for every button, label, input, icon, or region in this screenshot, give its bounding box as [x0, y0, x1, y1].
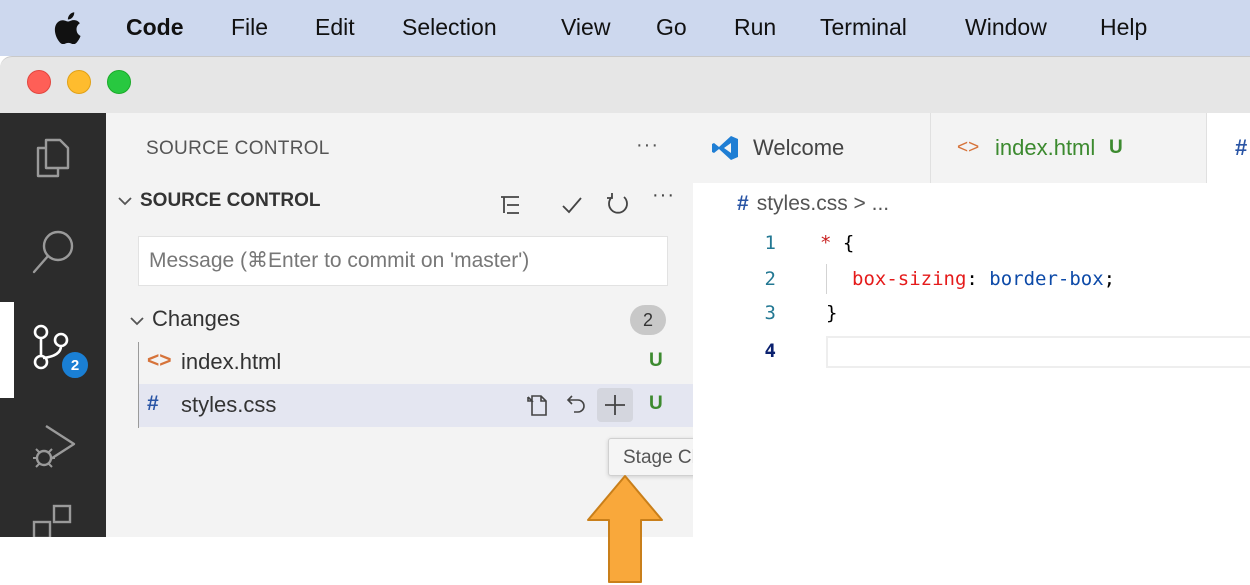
stage-changes-icon[interactable]	[597, 388, 633, 422]
changes-count-badge: 2	[630, 305, 666, 335]
run-debug-icon[interactable]	[28, 420, 80, 472]
css-file-icon: #	[147, 392, 159, 415]
callout-arrow-icon	[587, 475, 663, 583]
colon: :	[966, 268, 990, 290]
current-line-highlight	[826, 336, 1250, 368]
menu-run[interactable]: Run	[734, 14, 776, 41]
explorer-icon[interactable]	[28, 132, 80, 184]
semicolon: ;	[1103, 268, 1116, 290]
apple-logo-icon[interactable]	[52, 12, 82, 44]
source-control-badge: 2	[60, 350, 90, 380]
menu-help[interactable]: Help	[1100, 14, 1147, 41]
editor-tab-bar: Welcome <> index.html U #	[693, 113, 1250, 183]
sidebar-more-button[interactable]: ···	[636, 134, 659, 157]
menu-code[interactable]: Code	[126, 14, 184, 41]
commit-check-icon[interactable]	[560, 193, 584, 217]
change-row-index-html[interactable]: <> index.html U	[139, 341, 693, 384]
tab-index-html[interactable]: <> index.html U	[931, 113, 1207, 183]
css-property: box-sizing	[852, 268, 967, 290]
line-number: 2	[764, 268, 776, 290]
tab-label: index.html	[995, 135, 1096, 160]
menu-file[interactable]: File	[231, 14, 268, 41]
active-indicator	[0, 302, 14, 398]
commit-message-input[interactable]: Message (⌘Enter to commit on 'master')	[138, 236, 668, 286]
vscode-logo-icon	[712, 136, 738, 160]
discard-changes-icon[interactable]	[557, 388, 593, 422]
menu-view[interactable]: View	[561, 14, 610, 41]
tab-styles-css[interactable]: #	[1207, 113, 1250, 183]
sidebar-title: SOURCE CONTROL	[146, 138, 330, 159]
css-file-icon: #	[737, 192, 749, 215]
section-header-source-control[interactable]: SOURCE CONTROL	[118, 190, 321, 212]
menu-terminal[interactable]: Terminal	[820, 14, 907, 41]
css-file-icon: #	[1235, 135, 1248, 160]
window-titlebar	[0, 56, 1250, 113]
search-icon[interactable]	[28, 226, 80, 278]
chevron-down-icon	[118, 190, 132, 212]
html-file-icon: <>	[147, 349, 172, 372]
section-more-button[interactable]: ···	[652, 184, 675, 207]
code-line-1: * {	[820, 232, 854, 254]
menu-window[interactable]: Window	[965, 14, 1047, 41]
close-window-button[interactable]	[27, 70, 51, 94]
open-brace: {	[842, 232, 855, 254]
line-number: 3	[764, 302, 776, 324]
refresh-icon[interactable]	[605, 191, 631, 217]
css-value: border-box	[989, 268, 1104, 290]
minimize-window-button[interactable]	[67, 70, 91, 94]
line-number: 4	[764, 340, 776, 362]
change-row-styles-css[interactable]: # styles.css U	[139, 384, 693, 427]
close-brace: }	[826, 302, 838, 324]
macos-menubar: Code File Edit Selection View Go Run Ter…	[0, 0, 1250, 56]
menu-edit[interactable]: Edit	[315, 14, 355, 41]
html-file-icon: <>	[957, 137, 980, 158]
indent-guide	[826, 264, 827, 294]
breadcrumb-path: styles.css > ...	[756, 192, 890, 215]
line-number: 1	[764, 232, 776, 254]
menu-selection[interactable]: Selection	[402, 14, 497, 41]
menu-go[interactable]: Go	[656, 14, 687, 41]
open-file-icon[interactable]	[519, 388, 555, 422]
code-line-3: }	[826, 302, 837, 324]
changes-group-header[interactable]: Changes	[130, 306, 240, 332]
chevron-down-icon	[130, 317, 144, 326]
changes-label: Changes	[152, 306, 241, 331]
section-title: SOURCE CONTROL	[140, 190, 321, 211]
file-name: styles.css	[181, 392, 277, 417]
file-name: index.html	[181, 349, 282, 374]
untracked-status: U	[649, 393, 663, 414]
tab-label: Welcome	[753, 135, 845, 160]
untracked-status: U	[649, 350, 663, 371]
untracked-status: U	[1109, 137, 1123, 158]
extensions-icon[interactable]	[28, 500, 80, 537]
view-as-tree-icon[interactable]	[498, 193, 522, 217]
code-line-2: box-sizing: border-box;	[852, 268, 1115, 290]
breadcrumb[interactable]: # styles.css > ...	[737, 192, 889, 216]
tab-welcome[interactable]: Welcome	[693, 113, 931, 183]
zoom-window-button[interactable]	[107, 70, 131, 94]
css-selector: *	[820, 232, 843, 254]
